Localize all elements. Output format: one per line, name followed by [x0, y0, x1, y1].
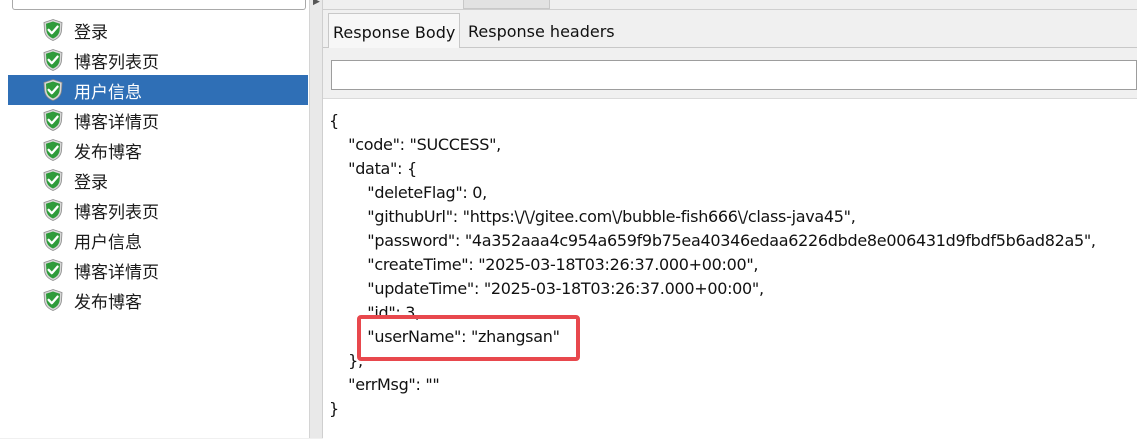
- tree-item[interactable]: 登录: [8, 15, 308, 45]
- tree-item[interactable]: 用户信息: [8, 75, 308, 105]
- response-line: "code": "SUCCESS",: [329, 135, 501, 154]
- success-shield-icon: [41, 78, 65, 102]
- tree-item-label: 博客详情页: [74, 112, 159, 133]
- tree-item[interactable]: 博客详情页: [8, 255, 308, 285]
- tree-item-label: 博客列表页: [74, 52, 159, 73]
- tree-item[interactable]: 博客列表页: [8, 195, 308, 225]
- highlight-annotation-box: [357, 315, 580, 361]
- success-shield-icon: [41, 258, 65, 282]
- success-shield-icon: [41, 228, 65, 252]
- response-line: "password": "4a352aaa4c954a659f9b75ea403…: [329, 231, 1096, 250]
- response-panel: Response Body Response headers { "code":…: [323, 0, 1137, 439]
- response-line: "deleteFlag": 0,: [329, 183, 487, 202]
- tree-item[interactable]: 发布博客: [8, 285, 308, 315]
- response-line: "errMsg": "": [329, 375, 440, 394]
- success-shield-icon: [41, 138, 65, 162]
- tree-item-label: 博客列表页: [74, 202, 159, 223]
- tree-item[interactable]: 用户信息: [8, 225, 308, 255]
- panel-top-bar: [323, 0, 1137, 10]
- tree-item-label: 登录: [74, 172, 108, 193]
- tree-filter-field[interactable]: [12, 0, 306, 10]
- results-tree: 登录 博客列表页 用户信息 博客详情页 发布博客 登录 博客列表页 用户信息 博客详情页 发布博客: [8, 15, 308, 315]
- tree-item-label: 用户信息: [74, 232, 142, 253]
- success-shield-icon: [41, 48, 65, 72]
- tab-response-body[interactable]: Response Body: [328, 13, 461, 48]
- success-shield-icon: [41, 288, 65, 312]
- panel-top-tab-stub[interactable]: [463, 0, 550, 9]
- tree-item-label: 博客详情页: [74, 262, 159, 283]
- response-line: "githubUrl": "https:\/\/gitee.com\/bubbl…: [329, 207, 856, 226]
- tree-item[interactable]: 博客详情页: [8, 105, 308, 135]
- success-shield-icon: [41, 198, 65, 222]
- tree-item-label: 发布博客: [74, 142, 142, 163]
- success-shield-icon: [41, 168, 65, 192]
- results-tree-panel: 登录 博客列表页 用户信息 博客详情页 发布博客 登录 博客列表页 用户信息 博客详情页 发布博客: [0, 0, 309, 438]
- tree-item-label: 登录: [74, 22, 108, 43]
- tab-response-headers[interactable]: Response headers: [464, 13, 619, 47]
- tree-item-label: 发布博客: [74, 292, 142, 313]
- response-tabs: Response Body Response headers: [323, 13, 1137, 48]
- response-line: {: [329, 111, 339, 130]
- collapse-arrow-icon[interactable]: ▶: [313, 0, 320, 7]
- response-line: "createTime": "2025-03-18T03:26:37.000+0…: [329, 255, 759, 274]
- response-line: "updateTime": "2025-03-18T03:26:37.000+0…: [329, 279, 764, 298]
- response-line: }: [329, 399, 339, 418]
- success-shield-icon: [41, 108, 65, 132]
- response-body-text[interactable]: { "code": "SUCCESS", "data": { "deleteFl…: [323, 98, 1137, 439]
- tree-item-label: 用户信息: [74, 82, 142, 103]
- success-shield-icon: [41, 18, 65, 42]
- split-pane-divider[interactable]: ▶: [309, 0, 323, 438]
- response-line: "data": {: [329, 159, 417, 178]
- tree-item[interactable]: 发布博客: [8, 135, 308, 165]
- tree-item[interactable]: 登录: [8, 165, 308, 195]
- search-input[interactable]: [331, 60, 1137, 90]
- tree-item[interactable]: 博客列表页: [8, 45, 308, 75]
